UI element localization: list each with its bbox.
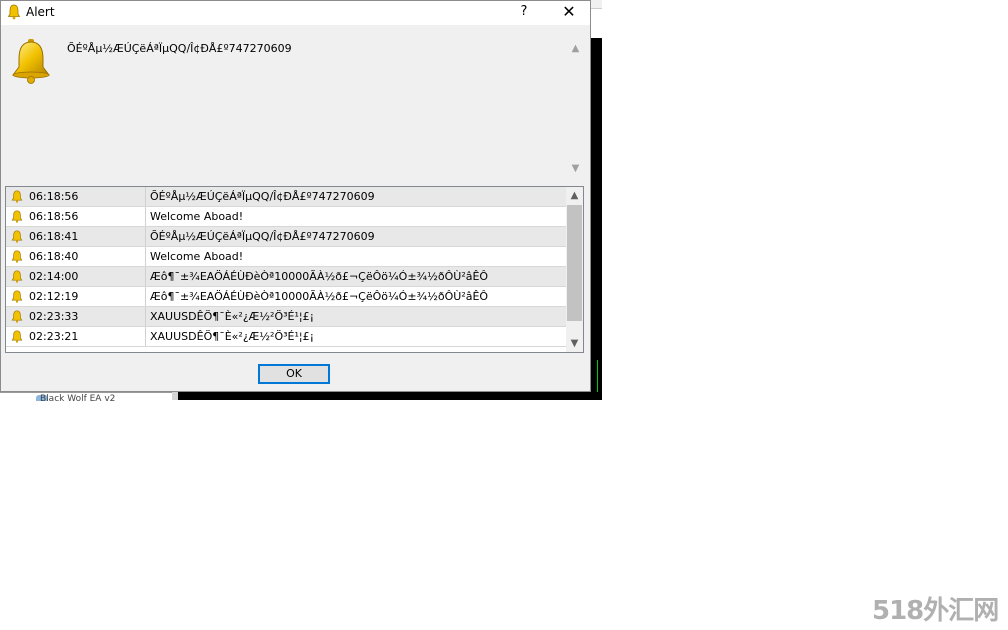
- message-area: ÕÉºÅµ½ÆÚÇëÁªÏµQQ/Î¢ÐÅ£º747270609 ▲ ▼: [1, 25, 590, 185]
- alert-time: 02:12:19: [29, 290, 79, 303]
- chevron-down-icon[interactable]: ▼: [566, 335, 583, 352]
- table-row[interactable]: 06:18:41 ÕÉºÅµ½ÆÚÇëÁªÏµQQ/Î¢ÐÅ£º747270609: [6, 227, 566, 247]
- alert-text: ÕÉºÅµ½ÆÚÇëÁªÏµQQ/Î¢ÐÅ£º747270609: [150, 190, 375, 203]
- table-row[interactable]: 02:23:21 XAUUSDÊÖ¶¯È«²¿Æ½²Ö³É¹¦£¡: [6, 327, 566, 347]
- bell-icon: [11, 270, 23, 283]
- bell-icon: [11, 310, 23, 323]
- column-divider: [145, 327, 146, 346]
- navigator-item[interactable]: Black Wolf EA v2: [40, 394, 115, 404]
- bell-icon: [11, 330, 23, 343]
- bell-icon: [11, 210, 23, 223]
- alert-text: Welcome Aboad!: [150, 210, 244, 223]
- column-divider: [145, 187, 146, 206]
- alert-dialog: Alert ? ✕ ÕÉºÅµ½ÆÚÇëÁªÏµQQ/Î¢ÐÅ£º7472706…: [0, 0, 591, 392]
- bell-icon: [7, 4, 21, 20]
- dialog-title: Alert: [26, 5, 55, 19]
- background-chart: [591, 38, 602, 400]
- alert-time: 06:18:41: [29, 230, 79, 243]
- column-divider: [145, 227, 146, 246]
- bell-icon: [12, 39, 50, 84]
- alert-text: XAUUSDÊÖ¶¯È«²¿Æ½²Ö³É¹¦£¡: [150, 330, 314, 343]
- alert-text: Welcome Aboad!: [150, 250, 244, 263]
- bell-icon: [11, 190, 23, 203]
- chevron-up-icon[interactable]: ▲: [566, 187, 583, 204]
- alert-text: ÕÉºÅµ½ÆÚÇëÁªÏµQQ/Î¢ÐÅ£º747270609: [150, 230, 375, 243]
- background-chart-bottom: [178, 392, 602, 400]
- alert-text: XAUUSDÊÖ¶¯È«²¿Æ½²Ö³É¹¦£¡: [150, 310, 314, 323]
- column-divider: [145, 267, 146, 286]
- table-row[interactable]: 06:18:40 Welcome Aboad!: [6, 247, 566, 267]
- table-row[interactable]: 02:12:19 Æô¶¯±¾EAÖÁÉÙÐèÒª10000ÃÀ½ð£¬ÇëÔö¼…: [6, 287, 566, 307]
- alert-history-list[interactable]: 06:18:56 ÕÉºÅµ½ÆÚÇëÁªÏµQQ/Î¢ÐÅ£º747270609…: [5, 186, 584, 353]
- close-button[interactable]: ✕: [548, 1, 590, 25]
- column-divider: [145, 207, 146, 226]
- bell-icon: [11, 290, 23, 303]
- chevron-up-icon[interactable]: ▲: [567, 43, 584, 57]
- ok-button[interactable]: OK: [258, 364, 330, 384]
- alert-time: 06:18:40: [29, 250, 79, 263]
- table-row[interactable]: 06:18:56 ÕÉºÅµ½ÆÚÇëÁªÏµQQ/Î¢ÐÅ£º747270609: [6, 187, 566, 207]
- bell-icon: [11, 250, 23, 263]
- column-divider: [145, 307, 146, 326]
- title-bar[interactable]: Alert ? ✕: [1, 1, 590, 25]
- alert-message: ÕÉºÅµ½ÆÚÇëÁªÏµQQ/Î¢ÐÅ£º747270609: [67, 42, 292, 55]
- table-row[interactable]: 06:18:56 Welcome Aboad!: [6, 207, 566, 227]
- column-divider: [145, 287, 146, 306]
- bell-icon: [11, 230, 23, 243]
- list-scrollbar[interactable]: ▲ ▼: [566, 187, 583, 352]
- alert-time: 06:18:56: [29, 190, 79, 203]
- alert-time: 02:23:33: [29, 310, 79, 323]
- message-scrollbar[interactable]: ▲ ▼: [567, 39, 584, 179]
- watermark: 518外汇网: [872, 596, 999, 626]
- alert-time: 02:23:21: [29, 330, 79, 343]
- chevron-down-icon[interactable]: ▼: [567, 163, 584, 177]
- table-row[interactable]: 02:23:33 XAUUSDÊÖ¶¯È«²¿Æ½²Ö³É¹¦£¡: [6, 307, 566, 327]
- alert-time: 06:18:56: [29, 210, 79, 223]
- scrollbar-thumb[interactable]: [567, 205, 582, 321]
- column-divider: [145, 247, 146, 266]
- background-toolbar: [591, 0, 602, 9]
- alert-text: Æô¶¯±¾EAÖÁÉÙÐèÒª10000ÃÀ½ð£¬ÇëÔö¼Ó±¾½ðÔÙ²…: [150, 290, 489, 303]
- help-button[interactable]: ?: [506, 1, 542, 25]
- table-row[interactable]: 02:14:00 Æô¶¯±¾EAÖÁÉÙÐèÒª10000ÃÀ½ð£¬ÇëÔö¼…: [6, 267, 566, 287]
- alert-text: Æô¶¯±¾EAÖÁÉÙÐèÒª10000ÃÀ½ð£¬ÇëÔö¼Ó±¾½ðÔÙ²…: [150, 270, 489, 283]
- alert-time: 02:14:00: [29, 270, 79, 283]
